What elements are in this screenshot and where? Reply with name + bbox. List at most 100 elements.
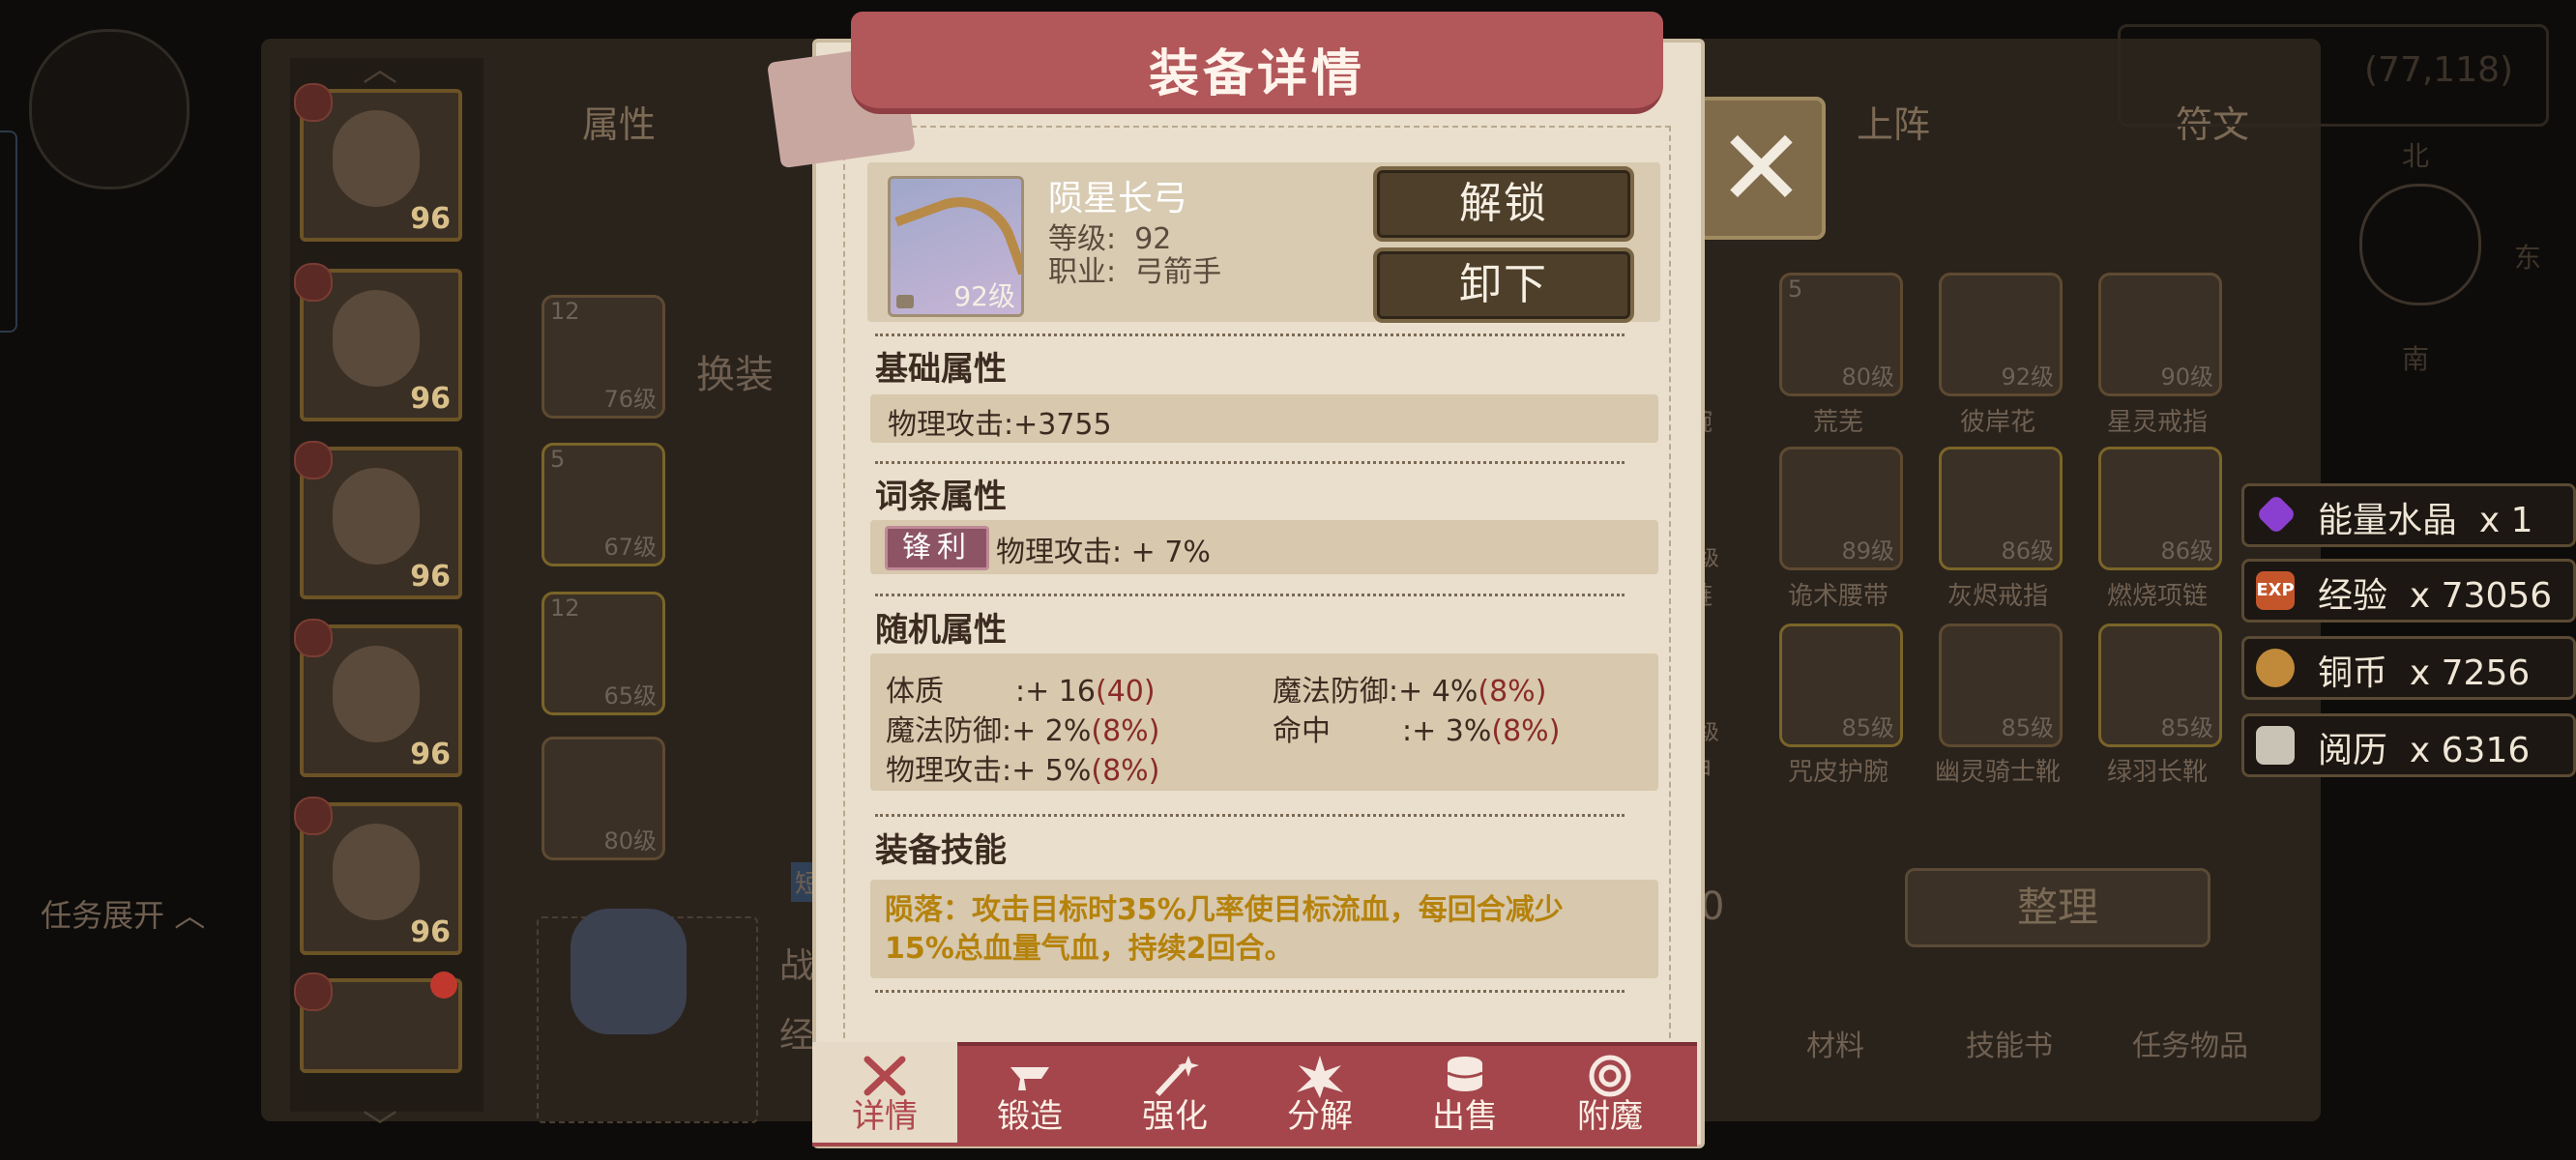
item-icon[interactable]: 92级 — [888, 176, 1024, 317]
skill-description: 陨落：攻击目标时35%几率使目标流血，每回合减少15%总血量气血，持续2回合。 — [885, 893, 1564, 966]
stub-label: 经 — [779, 1016, 815, 1056]
divider — [875, 594, 1625, 596]
tab-details[interactable]: 详情 — [812, 1042, 957, 1143]
hero-class-badge — [294, 83, 333, 122]
divider — [875, 334, 1625, 336]
task-expand-toggle[interactable]: 任务展开 ︿ — [41, 891, 205, 936]
hero-list-up-arrow[interactable]: ︿ — [363, 41, 397, 91]
notification-dot — [430, 972, 457, 999]
tab-forge[interactable]: 锻造 — [957, 1042, 1102, 1143]
inventory-item[interactable]: 85级 — [2098, 624, 2222, 747]
hero-level: 96 — [410, 202, 451, 236]
inventory-item[interactable]: 80级 — [542, 737, 665, 860]
random-stat: 命中:+ 3%(8%) — [1273, 714, 1561, 748]
left-edge-handle[interactable] — [0, 130, 17, 333]
section-title-base: 基础属性 — [875, 350, 1007, 389]
item-name: 彼岸花 — [1959, 408, 2035, 437]
crystal-icon — [2255, 493, 2298, 536]
tab-enhance[interactable]: 强化 — [1102, 1042, 1247, 1143]
pet-dragon-figure — [571, 909, 687, 1034]
inventory-item[interactable]: 5 67级 — [542, 443, 665, 566]
unlock-button[interactable]: 解锁 — [1373, 166, 1634, 242]
hero-list-down-arrow[interactable]: ﹀ — [363, 1100, 397, 1150]
random-stat: 魔法防御:+ 4%(8%) — [1273, 675, 1547, 709]
coin-icon — [2256, 649, 2295, 687]
reward-exp: EXP 经验 x 73056 — [2241, 559, 2576, 623]
random-stat: 体质:+ 16(40) — [886, 675, 1156, 709]
tab-enchant[interactable]: 附魔 — [1537, 1042, 1683, 1143]
sort-button[interactable]: 整理 — [1905, 868, 2210, 947]
hero-portrait — [333, 824, 420, 920]
hero-portrait — [333, 468, 420, 565]
divider — [875, 814, 1625, 817]
hero-portrait — [333, 290, 420, 387]
item-name: 星灵戒指 — [2106, 408, 2208, 437]
affix-tag: 锋利 — [885, 526, 989, 570]
unequip-button[interactable]: 卸下 — [1373, 247, 1634, 323]
tab-attributes[interactable]: 属性 — [582, 95, 656, 148]
bag-tab-quest-items[interactable]: 任务物品 — [2103, 1022, 2277, 1064]
base-stat: 物理攻击:+3755 — [888, 408, 1112, 442]
bag-tab-materials[interactable]: 材料 — [1763, 1022, 1908, 1064]
compass-north: 北 — [2402, 140, 2430, 172]
back-avatar[interactable] — [29, 29, 190, 189]
hero-class-badge — [294, 441, 333, 479]
inventory-item[interactable]: 90级 — [2098, 273, 2222, 396]
lock-icon — [896, 295, 914, 308]
divider — [875, 461, 1625, 464]
item-name: 灰烬戒指 — [1947, 582, 2048, 611]
close-button[interactable]: ✕ — [1697, 97, 1826, 240]
hero-card[interactable]: 96 — [294, 263, 462, 421]
item-icon-level: 92级 — [953, 280, 1015, 312]
inventory-item[interactable]: 12 65级 — [542, 592, 665, 715]
random-stat: 物理攻击:+ 5%(8%) — [886, 754, 1160, 788]
change-outfit-button[interactable]: 换装 — [696, 343, 774, 399]
hero-card[interactable]: 96 — [294, 797, 462, 955]
hero-level: 96 — [410, 738, 451, 771]
tab-dismantle[interactable]: 分解 — [1247, 1042, 1392, 1143]
section-title-random: 随机属性 — [875, 611, 1007, 650]
item-name: 幽灵骑士靴 — [1934, 758, 2061, 787]
reward-copper: 铜币 x 7256 — [2241, 636, 2576, 700]
inventory-item[interactable]: 12 76级 — [542, 295, 665, 419]
exp-icon: EXP — [2256, 571, 2295, 610]
inventory-item[interactable]: 5 80级 — [1779, 273, 1903, 396]
dialog-title: 装备详情 — [1148, 45, 1365, 103]
divider — [875, 990, 1625, 993]
stub-label: 战 — [779, 946, 815, 986]
hero-card[interactable]: 96 — [294, 441, 462, 599]
power-value: (77,118) — [2364, 50, 2514, 90]
inventory-item[interactable]: 92级 — [1939, 273, 2063, 396]
item-name: 陨星长弓 — [1048, 179, 1188, 218]
inventory-item[interactable]: 86级 — [1939, 447, 2063, 570]
book-icon — [2256, 726, 2295, 765]
hero-class-badge — [294, 619, 333, 657]
inventory-item[interactable]: 86级 — [2098, 447, 2222, 570]
compass-east: 东 — [2514, 242, 2542, 274]
section-title-skill: 装备技能 — [875, 831, 1007, 870]
inventory-item[interactable]: 89级 — [1779, 447, 1903, 570]
random-stat: 魔法防御:+ 2%(8%) — [886, 714, 1160, 748]
item-class-row: 职业: 弓箭手 — [1048, 255, 1222, 289]
tab-deploy[interactable]: 上阵 — [1857, 95, 1930, 148]
item-name: 咒皮护腕 — [1787, 758, 1888, 787]
reward-energy-crystal: 能量水晶 x 1 — [2241, 483, 2576, 547]
section-title-affix: 词条属性 — [875, 478, 1007, 516]
affix-stat: 物理攻击: + 7% — [996, 536, 1211, 569]
reward-experience: 阅历 x 6316 — [2241, 713, 2576, 777]
hero-portrait — [333, 110, 420, 207]
hero-class-badge — [294, 972, 333, 1011]
inventory-item[interactable]: 85级 — [1779, 624, 1903, 747]
hero-portrait — [333, 646, 420, 742]
item-name: 诡术腰带 — [1787, 582, 1888, 611]
compass — [2359, 184, 2481, 305]
hero-level: 96 — [410, 915, 451, 949]
hero-card[interactable]: 96 — [294, 83, 462, 242]
close-icon: ✕ — [1716, 106, 1806, 230]
hero-class-badge — [294, 797, 333, 835]
tab-sell[interactable]: 出售 — [1392, 1042, 1537, 1143]
hero-card[interactable]: 96 — [294, 619, 462, 777]
bag-tab-skillbooks[interactable]: 技能书 — [1937, 1022, 2082, 1064]
inventory-item[interactable]: 85级 — [1939, 624, 2063, 747]
compass-south: 南 — [2402, 343, 2430, 375]
